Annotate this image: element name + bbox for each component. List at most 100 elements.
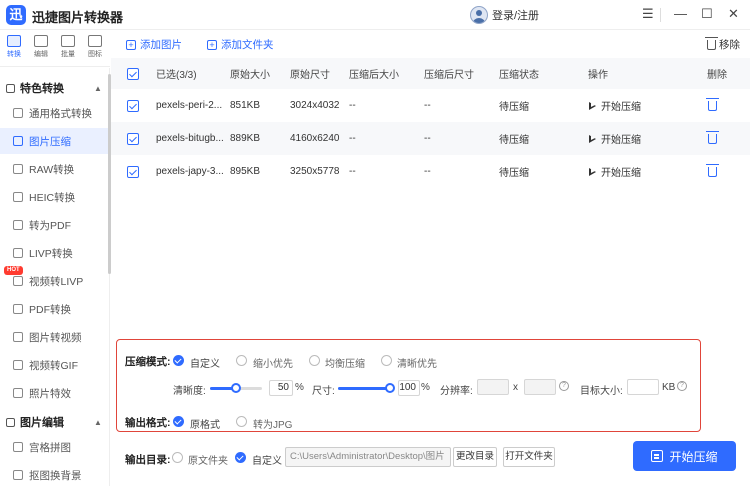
row-checkbox[interactable] [127, 132, 139, 145]
output-original-radio[interactable] [172, 452, 183, 463]
img-video-icon [13, 332, 23, 342]
sidebar-item-raw[interactable]: RAW转换 [0, 156, 108, 182]
minimize-button[interactable]: — [674, 6, 687, 22]
help-icon[interactable]: ? [677, 381, 687, 391]
resolution-height-input[interactable] [524, 379, 556, 395]
nav-icon[interactable]: 图标 [83, 35, 107, 59]
raw-icon [13, 164, 23, 174]
col-selected: 已选(3/3) [156, 70, 197, 81]
sidebar-item-compress[interactable]: 图片压缩 [0, 128, 108, 154]
mode-custom-label: 自定义 [190, 359, 220, 370]
resolution-label: 分辨率: [440, 386, 473, 397]
delete-row-button[interactable] [706, 89, 720, 122]
chevron-up-icon: ▲ [94, 417, 102, 427]
resolution-times: x [513, 382, 518, 393]
start-compress-button[interactable]: 开始压缩 [633, 441, 736, 471]
resolution-width-input[interactable] [477, 379, 509, 395]
login-label: 登录/注册 [492, 10, 540, 22]
remove-button[interactable]: 移除 [705, 36, 740, 52]
col-status: 压缩状态 [499, 70, 539, 81]
table-header: 已选(3/3) 原始大小 原始尺寸 压缩后大小 压缩后尺寸 压缩状态 操作 删除 [111, 58, 750, 89]
output-original-label: 原文件夹 [188, 456, 228, 467]
after-size: -- [349, 133, 356, 144]
menu-icon[interactable]: ☰ [642, 6, 654, 22]
start-row-button[interactable]: 开始压缩 [589, 155, 641, 188]
sidebar-item-effects[interactable]: 照片特效 [0, 380, 108, 406]
login-button[interactable]: 登录/注册 [470, 5, 539, 25]
output-path-input[interactable]: C:\Users\Administrator\Desktop\图片 [285, 447, 451, 467]
start-row-button[interactable]: 开始压缩 [589, 122, 641, 155]
mode-balanced-radio[interactable] [309, 355, 320, 366]
plus-icon: + [126, 39, 136, 50]
section-edit[interactable]: 图片编辑 ▲ [6, 414, 102, 430]
output-label: 输出目录: [125, 454, 171, 466]
sidebar-item-img-video[interactable]: 图片转视频 [0, 324, 108, 350]
change-dir-button[interactable]: 更改目录 [453, 447, 497, 467]
select-all-checkbox[interactable] [127, 67, 139, 80]
sidebar-item-cutout[interactable]: 抠图换背景 [0, 462, 108, 488]
output-custom-radio[interactable] [235, 452, 246, 463]
title-bar: 迅 迅捷图片转换器 登录/注册 ☰ — ☐ ✕ [0, 0, 750, 30]
sidebar-item-grid[interactable]: 宫格拼图 [0, 434, 108, 460]
edit-icon [34, 35, 48, 47]
sidebar-item-livp[interactable]: LIVP转换 [0, 240, 108, 266]
format-original-radio[interactable] [173, 416, 184, 427]
after-dims: -- [424, 133, 431, 144]
row-checkbox[interactable] [127, 99, 139, 112]
nav-convert[interactable]: 转换 [2, 35, 26, 59]
mode-balanced-label: 均衡压缩 [325, 359, 365, 370]
hot-badge: HOT [4, 266, 23, 275]
after-dims: -- [424, 100, 431, 111]
file-name: pexels-japy-3... [156, 166, 224, 177]
play-icon [589, 134, 596, 143]
col-after-dims: 压缩后尺寸 [424, 70, 474, 81]
format-jpg-radio[interactable] [236, 416, 247, 427]
after-size: -- [349, 100, 356, 111]
file-dims: 3024x4032 [290, 100, 340, 111]
mode-clarity-radio[interactable] [381, 355, 392, 366]
sidebar-item-heic[interactable]: HEIC转换 [0, 184, 108, 210]
section-edit-icon [6, 417, 15, 427]
convert-icon [7, 35, 21, 47]
cutout-icon [13, 470, 23, 480]
delete-row-button[interactable] [706, 155, 720, 188]
target-size-input[interactable] [627, 379, 659, 395]
sidebar-item-gif[interactable]: 视频转GIF [0, 352, 108, 378]
size-slider-handle[interactable] [385, 383, 395, 393]
size-fill [338, 387, 390, 390]
pdf-icon [13, 220, 23, 230]
close-button[interactable]: ✕ [728, 6, 739, 22]
help-icon[interactable]: ? [559, 381, 569, 391]
size-pct: % [421, 382, 430, 393]
after-size: -- [349, 166, 356, 177]
clarity-input[interactable]: 50 [269, 380, 293, 396]
nav-edit[interactable]: 编辑 [29, 35, 53, 59]
col-delete: 删除 [707, 70, 727, 81]
section-featured[interactable]: 特色转换 ▲ [6, 80, 102, 96]
add-image-button[interactable]: + 添加图片 [126, 37, 182, 52]
sidebar-item-pdf[interactable]: PDF转换 [0, 296, 108, 322]
chevron-up-icon: ▲ [94, 83, 102, 93]
size-label: 尺寸: [312, 386, 335, 397]
sidebar-item-format[interactable]: 通用格式转换 [0, 100, 108, 126]
delete-row-button[interactable] [706, 122, 720, 155]
grid-icon [13, 442, 23, 452]
mode-smaller-radio[interactable] [236, 355, 247, 366]
clarity-slider-handle[interactable] [231, 383, 241, 393]
start-row-button[interactable]: 开始压缩 [589, 89, 641, 122]
file-dims: 3250x5778 [290, 166, 340, 177]
trash-icon [706, 97, 719, 111]
mode-label: 压缩模式: [125, 356, 171, 368]
row-checkbox[interactable] [127, 165, 139, 178]
maximize-button[interactable]: ☐ [701, 6, 713, 22]
status: 待压缩 [499, 102, 529, 113]
mode-custom-radio[interactable] [173, 355, 184, 366]
add-folder-button[interactable]: + 添加文件夹 [207, 37, 274, 52]
format-label: 输出格式: [125, 417, 171, 429]
size-input[interactable]: 100 [398, 380, 420, 396]
open-folder-button[interactable]: 打开文件夹 [503, 447, 555, 467]
sidebar-item-topdf[interactable]: 转为PDF [0, 212, 108, 238]
nav-batch[interactable]: 批量 [56, 35, 80, 59]
compress-icon [13, 136, 23, 146]
col-orig-dims: 原始尺寸 [290, 70, 330, 81]
